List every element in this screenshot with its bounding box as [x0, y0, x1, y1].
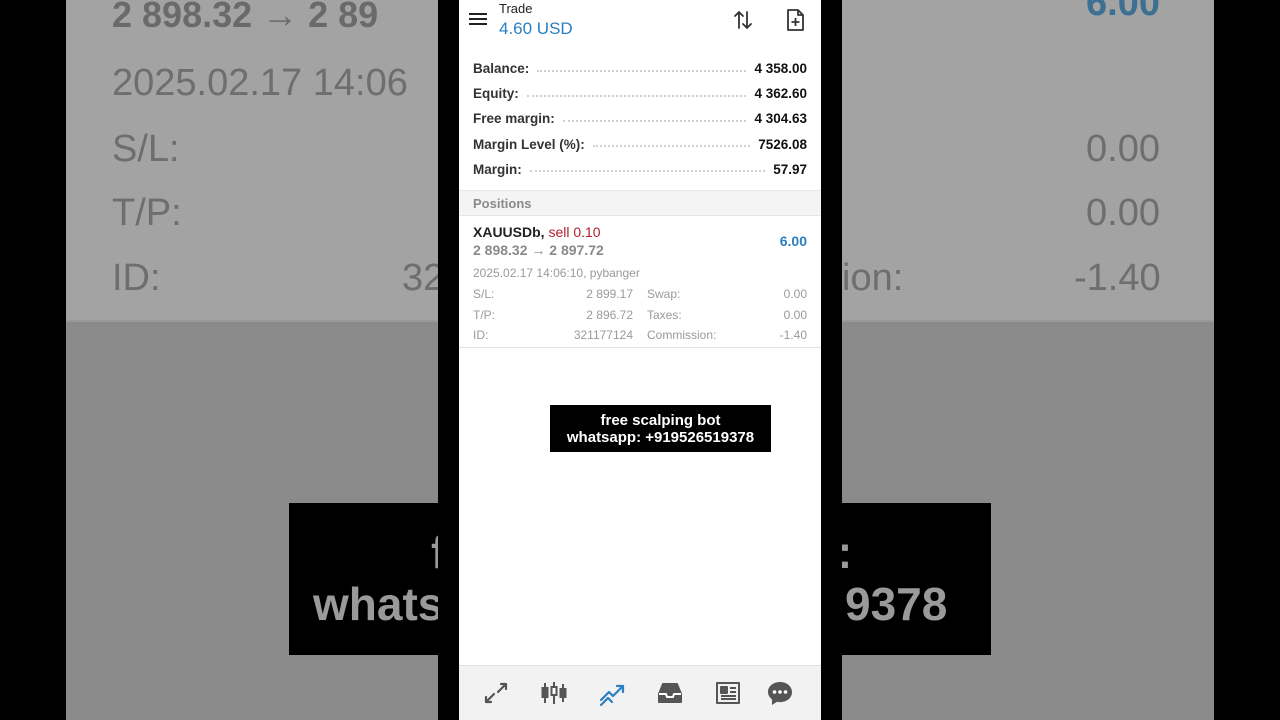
bg-profit: 6.00 [1086, 0, 1160, 24]
new-order-icon[interactable] [783, 8, 807, 32]
position-symbol: XAUUSDb, [473, 224, 545, 240]
swap-label: Swap: [647, 287, 681, 301]
promo-line-2: whatsapp: +919526519378 [566, 429, 755, 446]
positions-title: Positions [473, 196, 532, 211]
summary-row-margin-level: Margin Level (%): 7526.08 [459, 132, 821, 157]
bg-sl-label: S/L: [112, 128, 180, 170]
taxes-value: 0.00 [783, 307, 807, 322]
id-label: ID: [473, 328, 489, 342]
trade-icon[interactable] [597, 678, 627, 708]
top-bar: Trade 4.60 USD [459, 0, 821, 46]
sl-label: S/L: [473, 287, 495, 301]
position-prices: 2 898.32 → 2 897.72 [473, 242, 604, 258]
dot-leader [529, 170, 766, 173]
summary-label: Balance: [473, 61, 530, 77]
sort-icon[interactable] [731, 8, 755, 32]
page-title: Trade [499, 1, 533, 16]
commission-label: Commission: [647, 328, 717, 342]
tp-label: T/P: [473, 307, 496, 322]
dot-leader [592, 145, 751, 148]
trade-screen: Trade 4.60 USD Balance: 4 358.00 Equity: [459, 0, 821, 720]
detail-row: T/P: 2 896.72 Taxes: 0.00 [473, 306, 807, 327]
summary-row-margin: Margin: 57.97 [459, 157, 821, 182]
phone-frame: Trade 4.60 USD Balance: 4 358.00 Equity: [438, 0, 842, 720]
dot-leader [537, 69, 747, 72]
bg-id-label: ID: [112, 257, 161, 299]
summary-row-balance: Balance: 4 358.00 [459, 56, 821, 81]
position-details: S/L: 2 899.17 Swap: 0.00 T/P: 2 896.72 T… [473, 285, 807, 347]
summary-label: Free margin: [473, 111, 555, 127]
swap-value: 0.00 [783, 287, 807, 301]
tp-value: 2 896.72 [586, 307, 633, 322]
news-icon[interactable] [713, 678, 743, 708]
detail-row: ID: 321177124 Commission: -1.40 [473, 326, 807, 347]
position-type: sell 0.10 [548, 224, 601, 240]
quotes-icon[interactable] [481, 678, 511, 708]
promo-line-1: free scalping bot [600, 412, 721, 429]
sl-value: 2 899.17 [586, 287, 633, 301]
bg-overlay-text-4: 9378 [845, 578, 948, 630]
summary-label: Equity: [473, 86, 519, 102]
bg-taxes: 0.00 [1086, 192, 1160, 234]
detail-row: S/L: 2 899.17 Swap: 0.00 [473, 285, 807, 306]
bg-prices: 2 898.32 → 2 89 [112, 0, 379, 35]
dot-leader [562, 119, 747, 122]
id-value: 321177124 [573, 328, 633, 342]
bg-overlay-text-3: whats [313, 578, 444, 630]
summary-value: 4 304.63 [754, 111, 807, 127]
menu-icon[interactable] [469, 10, 489, 28]
position-symbol-line: XAUUSDb, sell 0.10 [473, 224, 601, 240]
position-row[interactable]: XAUUSDb, sell 0.10 2 898.32 → 2 897.72 6… [459, 217, 821, 348]
account-summary: Balance: 4 358.00 Equity: 4 362.60 Free … [459, 56, 821, 182]
history-icon[interactable] [655, 678, 685, 708]
messages-icon[interactable] [765, 678, 795, 708]
bottom-nav [459, 665, 821, 720]
summary-value: 57.97 [773, 161, 807, 177]
summary-row-free-margin: Free margin: 4 304.63 [459, 106, 821, 131]
bg-swap: 0.00 [1086, 128, 1160, 170]
bg-commission: -1.40 [1074, 257, 1161, 299]
summary-value: 4 358.00 [754, 61, 807, 77]
summary-label: Margin: [473, 161, 522, 177]
promo-caption: free scalping bot whatsapp: +91952651937… [550, 405, 771, 452]
summary-label: Margin Level (%): [473, 136, 585, 152]
commission-value: -1.40 [779, 328, 807, 342]
bg-commission-label: ion: [842, 257, 904, 299]
position-profit: 6.00 [779, 233, 807, 249]
summary-value: 7526.08 [758, 136, 807, 152]
chart-icon[interactable] [539, 678, 569, 708]
position-meta: 2025.02.17 14:06:10, pybanger [473, 266, 640, 280]
bg-date: 2025.02.17 14:06 [112, 62, 408, 104]
dot-leader [526, 94, 747, 97]
bg-tp-label: T/P: [112, 192, 182, 234]
positions-header: Positions [459, 190, 821, 216]
taxes-label: Taxes: [647, 307, 682, 322]
summary-row-equity: Equity: 4 362.60 [459, 81, 821, 106]
total-profit: 4.60 USD [499, 19, 573, 38]
summary-value: 4 362.60 [754, 86, 807, 102]
